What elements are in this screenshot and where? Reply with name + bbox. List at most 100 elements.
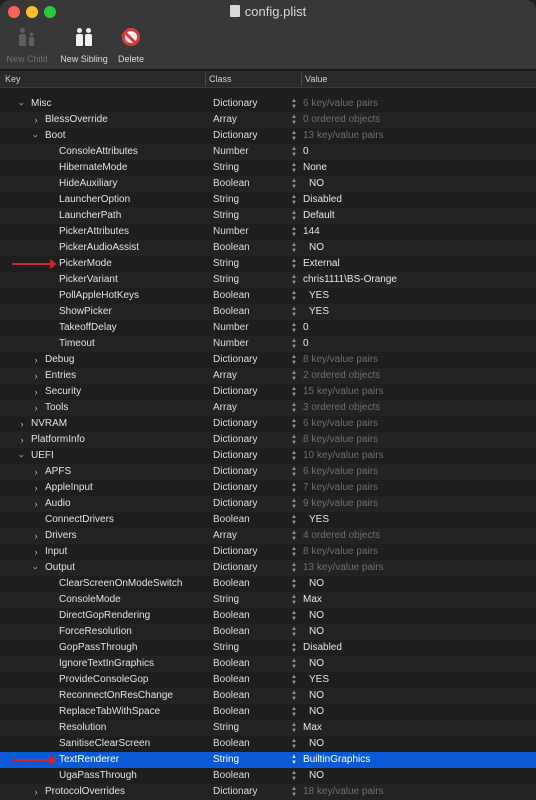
row-class[interactable]: Boolean bbox=[213, 290, 250, 301]
row-key[interactable]: HibernateMode bbox=[59, 162, 127, 173]
row-class[interactable]: Number bbox=[213, 226, 249, 237]
row-class[interactable]: String bbox=[213, 274, 239, 285]
row-class[interactable]: Boolean bbox=[213, 626, 250, 637]
outline-row[interactable]: TakeoffDelay Number ▲ ▼ 0 bbox=[0, 320, 536, 336]
row-value[interactable]: NO bbox=[309, 178, 324, 189]
class-stepper-icon[interactable]: ▲ ▼ bbox=[290, 338, 298, 350]
class-stepper-icon[interactable]: ▲ ▼ bbox=[290, 466, 298, 478]
disclosure-collapsed-icon[interactable]: › bbox=[31, 467, 41, 477]
row-key[interactable]: PlatformInfo bbox=[31, 434, 85, 445]
row-value[interactable]: NO bbox=[309, 690, 324, 701]
row-class[interactable]: Dictionary bbox=[213, 482, 257, 493]
row-value[interactable]: NO bbox=[309, 706, 324, 717]
class-stepper-icon[interactable]: ▲ ▼ bbox=[290, 674, 298, 686]
row-class[interactable]: String bbox=[213, 162, 239, 173]
disclosure-collapsed-icon[interactable]: › bbox=[31, 787, 41, 797]
disclosure-collapsed-icon[interactable]: › bbox=[31, 387, 41, 397]
outline-row[interactable]: IgnoreTextInGraphics Boolean ▲ ▼ NO bbox=[0, 656, 536, 672]
disclosure-collapsed-icon[interactable]: › bbox=[31, 499, 41, 509]
row-value[interactable]: Max bbox=[303, 722, 322, 733]
class-stepper-icon[interactable]: ▲ ▼ bbox=[290, 482, 298, 494]
row-key[interactable]: Drivers bbox=[45, 530, 77, 541]
row-value[interactable]: External bbox=[303, 258, 340, 269]
outline-row[interactable]: › BlessOverride Array ▲ ▼ 0 ordered objects bbox=[0, 112, 536, 128]
row-key[interactable]: ConsoleAttributes bbox=[59, 146, 138, 157]
row-value[interactable]: Disabled bbox=[303, 642, 342, 653]
row-class[interactable]: Boolean bbox=[213, 242, 250, 253]
row-key[interactable]: PickerAttributes bbox=[59, 226, 129, 237]
row-class[interactable]: String bbox=[213, 642, 239, 653]
row-class[interactable]: String bbox=[213, 210, 239, 221]
class-stepper-icon[interactable]: ▲ ▼ bbox=[290, 738, 298, 750]
row-value[interactable]: 144 bbox=[303, 226, 320, 237]
row-class[interactable]: Dictionary bbox=[213, 434, 257, 445]
class-stepper-icon[interactable]: ▲ ▼ bbox=[290, 690, 298, 702]
disclosure-collapsed-icon[interactable]: › bbox=[31, 355, 41, 365]
row-key[interactable]: LauncherPath bbox=[59, 210, 121, 221]
row-key[interactable]: UgaPassThrough bbox=[59, 770, 137, 781]
row-class[interactable]: Dictionary bbox=[213, 354, 257, 365]
outline-row[interactable]: ProvideConsoleGop Boolean ▲ ▼ YES bbox=[0, 672, 536, 688]
row-class[interactable]: Boolean bbox=[213, 178, 250, 189]
row-value[interactable]: Default bbox=[303, 210, 335, 221]
outline-row[interactable]: › NVRAM Dictionary ▲ ▼ 6 key/value pairs bbox=[0, 416, 536, 432]
outline-row[interactable]: › Drivers Array ▲ ▼ 4 ordered objects bbox=[0, 528, 536, 544]
row-key[interactable]: IgnoreTextInGraphics bbox=[59, 658, 154, 669]
row-key[interactable]: Tools bbox=[45, 402, 68, 413]
class-stepper-icon[interactable]: ▲ ▼ bbox=[290, 146, 298, 158]
outline-row[interactable]: › Tools Array ▲ ▼ 3 ordered objects bbox=[0, 400, 536, 416]
row-value[interactable]: YES bbox=[309, 674, 329, 685]
outline-row[interactable]: Timeout Number ▲ ▼ 0 bbox=[0, 336, 536, 352]
class-stepper-icon[interactable]: ▲ ▼ bbox=[290, 626, 298, 638]
row-value[interactable]: None bbox=[303, 162, 327, 173]
outline-row[interactable]: HideAuxiliary Boolean ▲ ▼ NO bbox=[0, 176, 536, 192]
outline-row[interactable]: GopPassThrough String ▲ ▼ Disabled bbox=[0, 640, 536, 656]
row-value[interactable]: YES bbox=[309, 306, 329, 317]
row-value[interactable]: 0 bbox=[303, 322, 309, 333]
outline-row[interactable]: HibernateMode String ▲ ▼ None bbox=[0, 160, 536, 176]
row-class[interactable]: Boolean bbox=[213, 610, 250, 621]
row-value[interactable]: NO bbox=[309, 242, 324, 253]
class-stepper-icon[interactable]: ▲ ▼ bbox=[290, 274, 298, 286]
outline-row[interactable]: SanitiseClearScreen Boolean ▲ ▼ NO bbox=[0, 736, 536, 752]
row-class[interactable]: String bbox=[213, 194, 239, 205]
class-stepper-icon[interactable]: ▲ ▼ bbox=[290, 450, 298, 462]
class-stepper-icon[interactable]: ▲ ▼ bbox=[290, 210, 298, 222]
outline-row[interactable]: › AppleInput Dictionary ▲ ▼ 7 key/value pairs bbox=[0, 480, 536, 496]
outline-row[interactable]: › Boot Dictionary ▲ ▼ 13 key/value pairs bbox=[0, 128, 536, 144]
outline-row[interactable]: › Audio Dictionary ▲ ▼ 9 key/value pairs bbox=[0, 496, 536, 512]
row-key[interactable]: AppleInput bbox=[45, 482, 93, 493]
row-class[interactable]: Boolean bbox=[213, 690, 250, 701]
row-key[interactable]: APFS bbox=[45, 466, 71, 477]
row-key[interactable]: PickerMode bbox=[59, 258, 112, 269]
row-class[interactable]: Dictionary bbox=[213, 466, 257, 477]
row-class[interactable]: Array bbox=[213, 370, 237, 381]
disclosure-collapsed-icon[interactable]: › bbox=[31, 531, 41, 541]
class-stepper-icon[interactable]: ▲ ▼ bbox=[290, 706, 298, 718]
class-stepper-icon[interactable]: ▲ ▼ bbox=[290, 306, 298, 318]
row-value[interactable]: YES bbox=[309, 290, 329, 301]
row-class[interactable]: Boolean bbox=[213, 770, 250, 781]
disclosure-collapsed-icon[interactable]: › bbox=[31, 115, 41, 125]
delete-button[interactable]: Delete bbox=[115, 22, 147, 64]
row-class[interactable]: Boolean bbox=[213, 306, 250, 317]
row-class[interactable]: String bbox=[213, 258, 239, 269]
class-stepper-icon[interactable]: ▲ ▼ bbox=[290, 130, 298, 142]
new-child-button[interactable]: New Child bbox=[4, 22, 50, 64]
disclosure-collapsed-icon[interactable]: › bbox=[17, 419, 27, 429]
row-key[interactable]: ReplaceTabWithSpace bbox=[59, 706, 160, 717]
row-class[interactable]: Number bbox=[213, 322, 249, 333]
row-value[interactable]: NO bbox=[309, 770, 324, 781]
disclosure-collapsed-icon[interactable]: › bbox=[31, 547, 41, 557]
outline-row[interactable]: LauncherPath String ▲ ▼ Default bbox=[0, 208, 536, 224]
row-key[interactable]: Resolution bbox=[59, 722, 106, 733]
class-stepper-icon[interactable]: ▲ ▼ bbox=[290, 242, 298, 254]
outline-row[interactable]: ClearScreenOnModeSwitch Boolean ▲ ▼ NO bbox=[0, 576, 536, 592]
row-key[interactable]: LauncherOption bbox=[59, 194, 130, 205]
outline-row[interactable]: PickerAudioAssist Boolean ▲ ▼ NO bbox=[0, 240, 536, 256]
outline-row[interactable]: ShowPicker Boolean ▲ ▼ YES bbox=[0, 304, 536, 320]
outline-row[interactable]: PickerAttributes Number ▲ ▼ 144 bbox=[0, 224, 536, 240]
row-class[interactable]: Dictionary bbox=[213, 450, 257, 461]
class-stepper-icon[interactable]: ▲ ▼ bbox=[290, 434, 298, 446]
outline-row[interactable]: UgaPassThrough Boolean ▲ ▼ NO bbox=[0, 768, 536, 784]
